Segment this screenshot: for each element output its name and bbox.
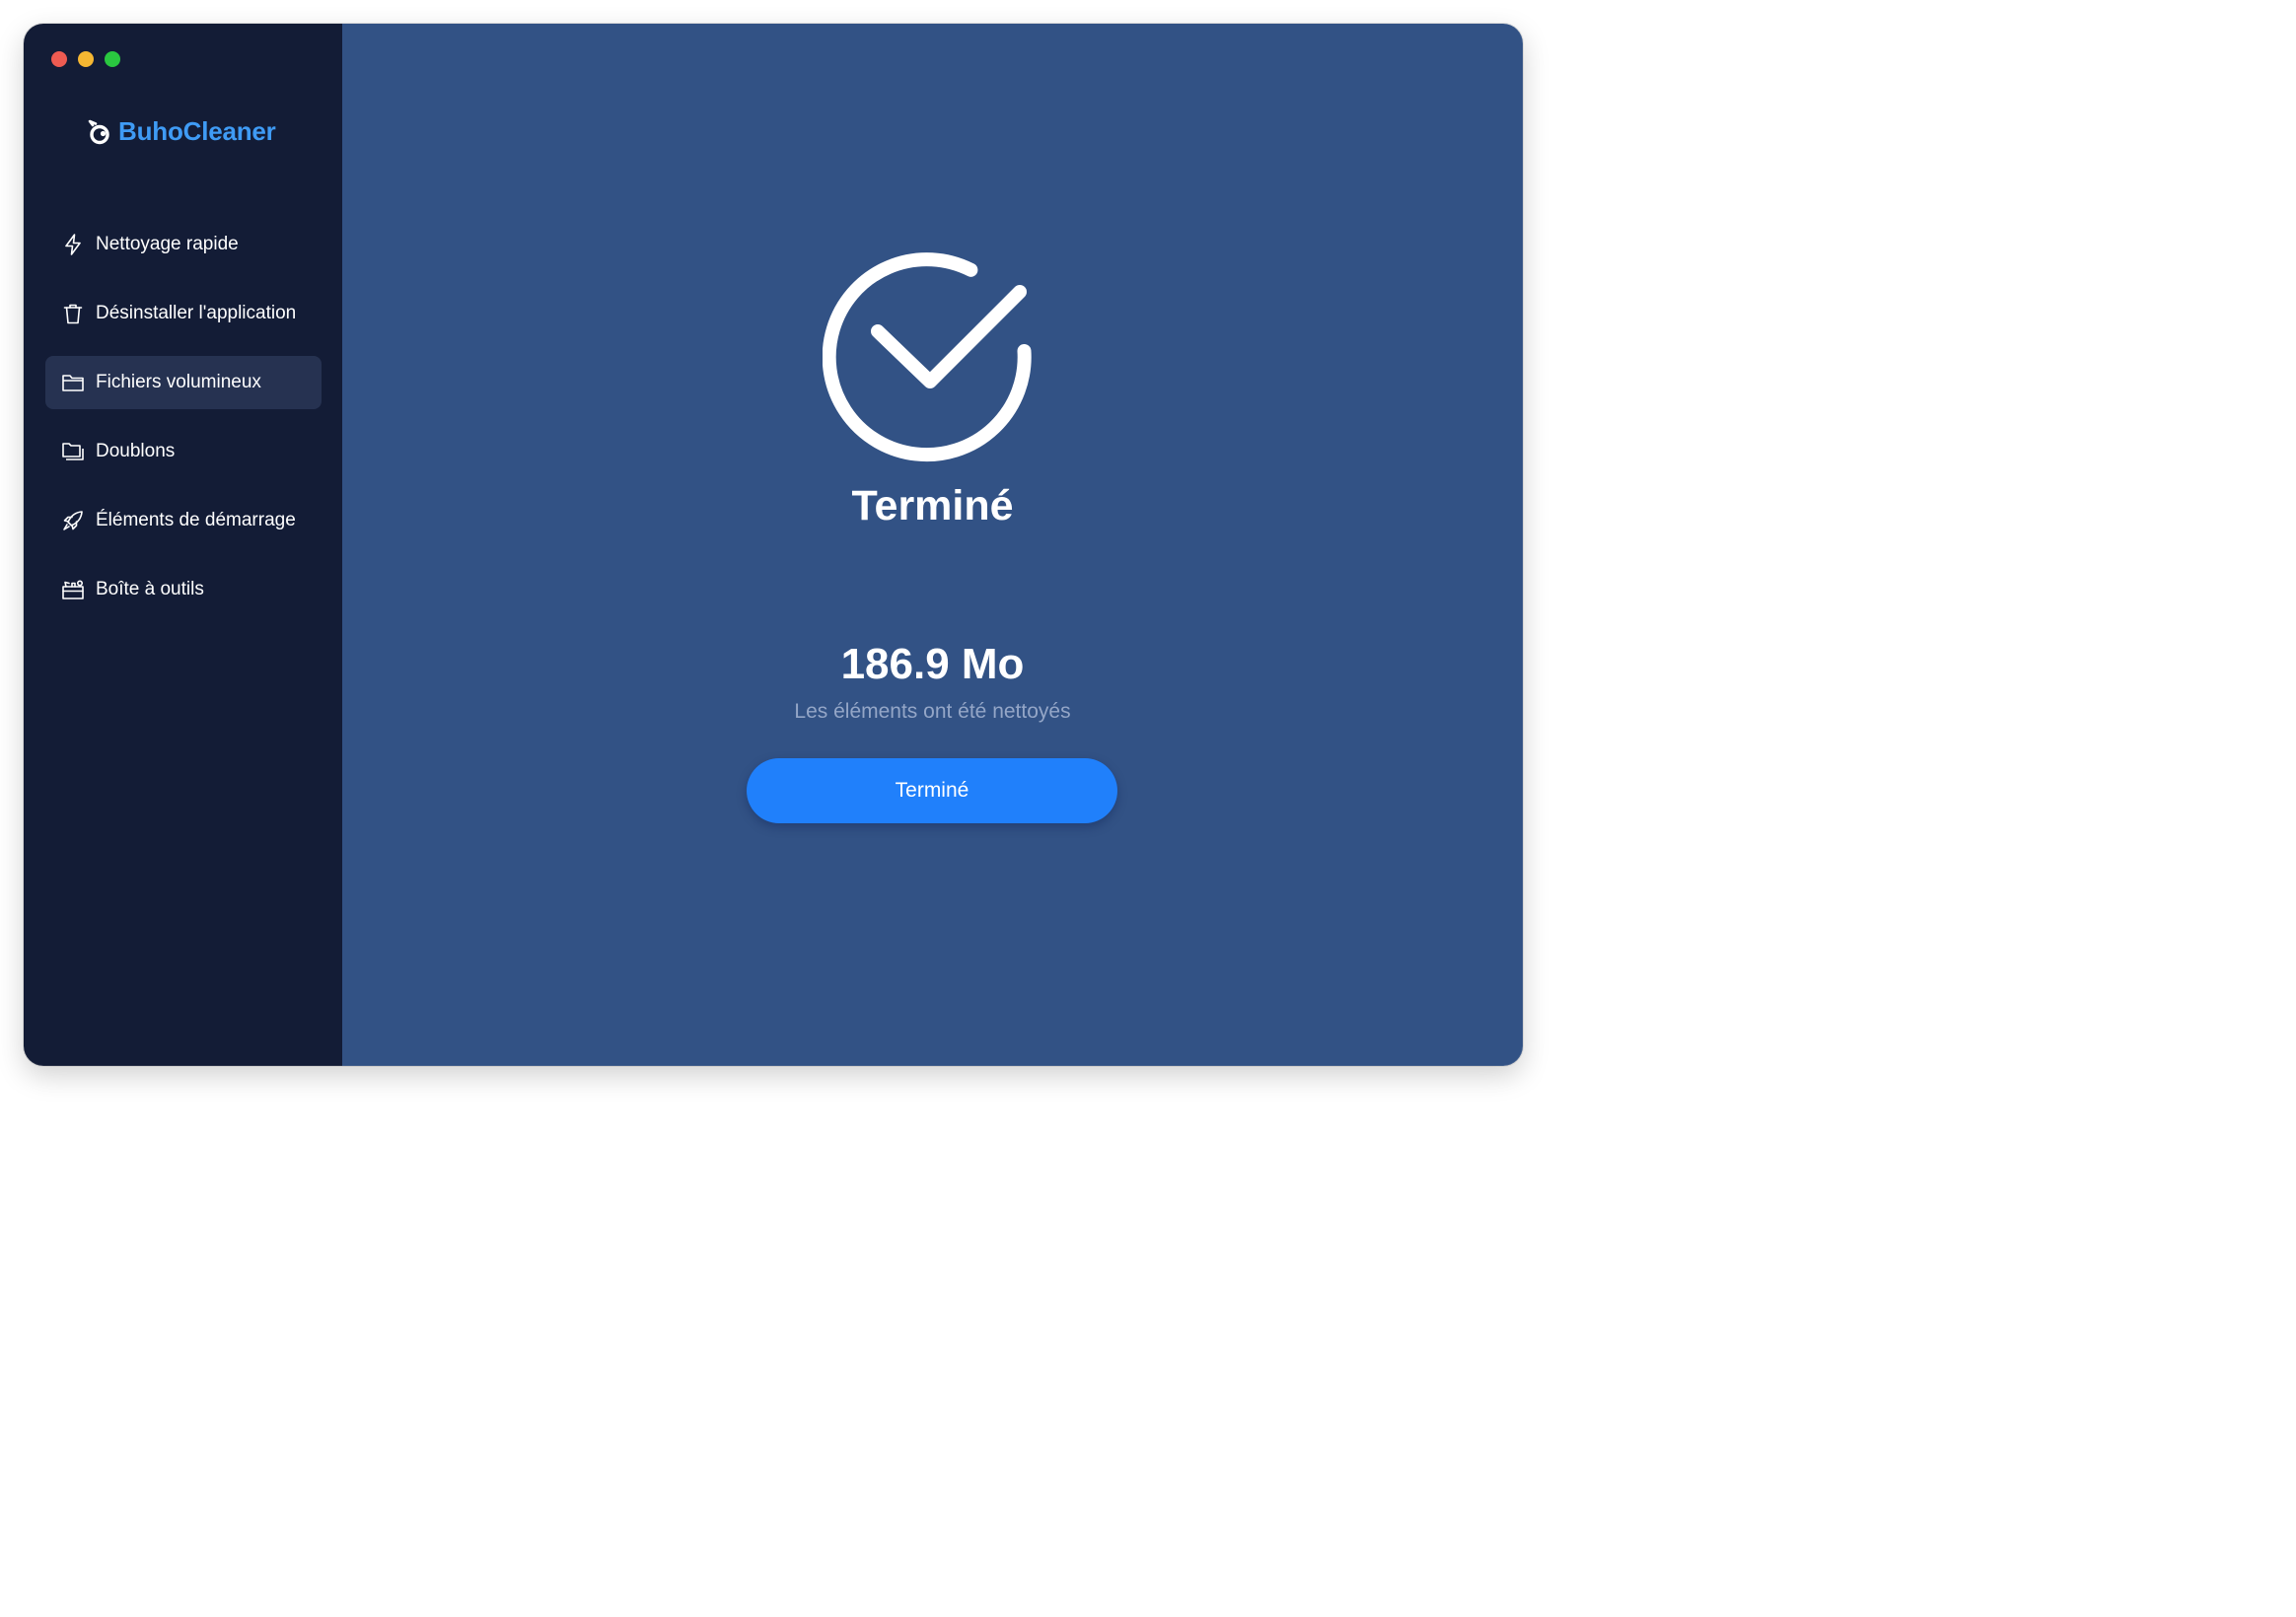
sidebar-item-label: Boîte à outils bbox=[96, 579, 204, 599]
sidebar-item-label: Éléments de démarrage bbox=[96, 510, 296, 530]
done-button[interactable]: Terminé bbox=[747, 758, 1117, 823]
app-name: BuhoCleaner bbox=[118, 116, 276, 146]
sidebar-item-nettoyage-rapide[interactable]: Nettoyage rapide bbox=[45, 218, 322, 271]
sidebar-item-label: Désinstaller l'application bbox=[96, 303, 297, 323]
maximize-window-button[interactable] bbox=[105, 51, 120, 67]
trash-icon bbox=[60, 301, 86, 326]
sidebar-item-label: Doublons bbox=[96, 441, 176, 461]
sidebar-item-boite-a-outils[interactable]: Boîte à outils bbox=[45, 563, 322, 616]
main-panel: Terminé 186.9 Mo Les éléments ont été ne… bbox=[342, 24, 1523, 1066]
sidebar-nav: Nettoyage rapide Désinstaller l'applicat… bbox=[45, 218, 322, 632]
rocket-icon bbox=[60, 508, 86, 533]
sidebar-item-doublons[interactable]: Doublons bbox=[45, 425, 322, 478]
minimize-window-button[interactable] bbox=[78, 51, 94, 67]
sidebar-item-desinstaller[interactable]: Désinstaller l'application bbox=[45, 287, 322, 340]
sidebar-item-elements-demarrage[interactable]: Éléments de démarrage bbox=[45, 494, 322, 547]
folder-icon bbox=[60, 370, 86, 395]
cleaned-size-caption: Les éléments ont été nettoyés bbox=[794, 700, 1071, 723]
status-title: Terminé bbox=[851, 482, 1014, 529]
sidebar-item-fichiers-volumineux[interactable]: Fichiers volumineux bbox=[45, 356, 322, 409]
owl-logo-icon bbox=[88, 119, 109, 144]
lightning-icon bbox=[60, 232, 86, 257]
toolbox-icon bbox=[60, 577, 86, 602]
app-logo: BuhoCleaner bbox=[87, 116, 276, 147]
app-window: BuhoCleaner Nettoyage rapide Désinstalle… bbox=[24, 24, 1523, 1066]
sidebar-item-label: Fichiers volumineux bbox=[96, 372, 261, 392]
close-window-button[interactable] bbox=[51, 51, 67, 67]
sidebar: BuhoCleaner Nettoyage rapide Désinstalle… bbox=[24, 24, 342, 1066]
window-controls bbox=[51, 51, 120, 67]
cleaned-size-value: 186.9 Mo bbox=[840, 640, 1025, 688]
check-circle-icon bbox=[823, 252, 1032, 462]
duplicate-folder-icon bbox=[60, 439, 86, 464]
sidebar-item-label: Nettoyage rapide bbox=[96, 234, 239, 254]
